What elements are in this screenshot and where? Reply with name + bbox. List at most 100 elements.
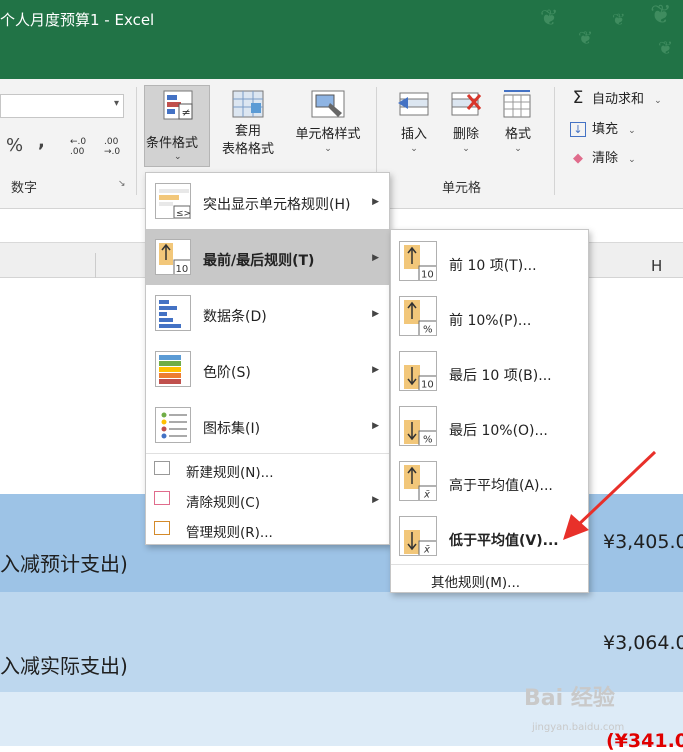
- insert-cells-button[interactable]: 插入 ⌄: [394, 89, 434, 154]
- svg-text:%: %: [423, 325, 433, 336]
- group-label-cells: 单元格: [442, 181, 482, 196]
- percent-style-button[interactable]: %: [6, 135, 23, 156]
- submenu-item-label: 其他规则(M)...: [431, 575, 521, 591]
- menu-separator: [146, 453, 389, 454]
- group-divider: [554, 87, 555, 195]
- svg-text:≠: ≠: [182, 106, 191, 119]
- submenu-item-label: 最后 10 项(B)...: [449, 368, 552, 384]
- highlight-rules-icon: ≤>: [155, 183, 191, 219]
- menu-item-icon-sets[interactable]: 图标集(I) ▶: [146, 397, 389, 453]
- menu-separator: [391, 564, 588, 565]
- fill-button[interactable]: ↓ 填充 ⌄: [570, 118, 636, 137]
- amount-difference: (¥341.0: [606, 730, 683, 752]
- menu-item-label: 色阶(S): [203, 365, 251, 381]
- svg-text:≤>: ≤>: [176, 209, 191, 219]
- conditional-format-label: 条件格式: [146, 136, 199, 151]
- submenu-item-more-rules[interactable]: 其他规则(M)...: [391, 566, 588, 593]
- conditional-format-button[interactable]: ≠ 条件格式 ⌄: [144, 85, 210, 167]
- delete-cells-icon: [451, 92, 482, 116]
- menu-item-highlight-rules[interactable]: ≤> 突出显示单元格规则(H) ▶: [146, 173, 389, 229]
- chevron-down-icon: ▾: [113, 98, 119, 109]
- menu-item-label: 最前/最后规则(T): [203, 253, 315, 269]
- annotation-arrow-icon: [563, 450, 657, 540]
- submenu-item-bottom-10-percent[interactable]: % 最后 10%(O)...: [391, 399, 588, 454]
- increase-decimal-button[interactable]: ←.0.00: [70, 137, 86, 157]
- menu-item-label: 管理规则(R)...: [186, 525, 273, 541]
- clear-rules-icon: [154, 491, 170, 505]
- clear-label: 清除: [592, 151, 619, 166]
- bird-decoration-icon: ❦: [578, 28, 594, 49]
- chevron-down-icon: ⌄: [628, 126, 636, 136]
- bird-decoration-icon: ❦: [658, 38, 674, 59]
- submenu-item-label: 最后 10%(O)...: [449, 423, 548, 439]
- delete-cells-label: 删除: [452, 127, 479, 142]
- top-10-percent-icon: %: [399, 296, 437, 336]
- number-format-dropdown[interactable]: ▾: [0, 94, 124, 118]
- above-average-icon: x̄: [399, 461, 437, 501]
- chevron-down-icon: ⌄: [628, 155, 636, 165]
- menu-item-label: 清除规则(C): [186, 495, 260, 511]
- autosum-button[interactable]: Σ 自动求和 ⌄: [570, 88, 662, 108]
- icon-sets-icon: [155, 407, 191, 443]
- delete-cells-button[interactable]: 删除 ⌄: [446, 89, 486, 154]
- amount-actual: ¥3,064.0: [603, 632, 683, 654]
- svg-text:10: 10: [421, 380, 434, 391]
- format-cells-button[interactable]: 格式 ⌄: [498, 89, 538, 154]
- chevron-down-icon: ⌄: [514, 144, 522, 154]
- decrease-decimal-button[interactable]: .00 →.0: [104, 137, 120, 157]
- conditional-format-menu: ≤> 突出显示单元格规则(H) ▶ 10 最前/最后规则(T) ▶ 数据条(D)…: [145, 172, 390, 545]
- bird-decoration-icon: ❦: [650, 0, 672, 30]
- menu-item-clear-rules[interactable]: 清除规则(C) ▶: [146, 485, 389, 515]
- new-rule-icon: [154, 461, 170, 475]
- submenu-item-top-10-percent[interactable]: % 前 10%(P)...: [391, 289, 588, 344]
- bird-decoration-icon: ❦: [612, 10, 626, 29]
- window-title: 个人月度预算1 - Excel: [0, 11, 155, 29]
- comma-style-button[interactable]: ,: [38, 131, 45, 152]
- column-divider: [95, 253, 96, 278]
- dialog-launcher-icon[interactable]: ↘: [118, 179, 126, 189]
- svg-text:10: 10: [421, 270, 434, 281]
- data-bars-icon: [155, 295, 191, 331]
- fill-down-icon: ↓: [570, 122, 586, 137]
- menu-item-data-bars[interactable]: 数据条(D) ▶: [146, 285, 389, 341]
- menu-item-color-scales[interactable]: 色阶(S) ▶: [146, 341, 389, 397]
- submenu-item-label: 前 10%(P)...: [449, 313, 532, 329]
- menu-item-top-bottom-rules[interactable]: 10 最前/最后规则(T) ▶: [146, 229, 389, 285]
- baidu-watermark-url: jingyan.baidu.com: [532, 722, 625, 733]
- menu-item-new-rule[interactable]: 新建规则(N)...: [146, 455, 389, 485]
- top-10-items-icon: 10: [399, 241, 437, 281]
- baidu-watermark-logo: Bai 经验: [524, 686, 615, 711]
- bottom-10-percent-icon: %: [399, 406, 437, 446]
- fill-label: 填充: [592, 122, 619, 137]
- chevron-right-icon: ▶: [372, 365, 379, 375]
- menu-item-manage-rules[interactable]: 管理规则(R)...: [146, 515, 389, 545]
- eraser-icon: ◆: [573, 151, 583, 166]
- below-average-icon: x̄: [399, 516, 437, 556]
- sheet-row-actual[interactable]: 入减实际支出) ¥3,064.0: [0, 592, 683, 692]
- format-as-table-button[interactable]: 套用 表格格式: [212, 89, 284, 159]
- group-label-number: 数字: [11, 181, 38, 196]
- insert-cells-icon: [398, 92, 429, 116]
- row-label-estimated: 入减预计支出): [0, 552, 128, 576]
- format-cells-label: 格式: [504, 127, 531, 142]
- chevron-right-icon: ▶: [372, 197, 379, 207]
- menu-item-label: 图标集(I): [203, 421, 261, 437]
- cell-styles-icon: [311, 90, 345, 118]
- submenu-item-top-10[interactable]: 10 前 10 项(T)...: [391, 234, 588, 289]
- svg-text:10: 10: [176, 264, 189, 275]
- format-as-table-icon: [232, 90, 264, 118]
- chevron-right-icon: ▶: [372, 495, 379, 505]
- group-divider: [136, 87, 137, 195]
- submenu-item-bottom-10[interactable]: 10 最后 10 项(B)...: [391, 344, 588, 399]
- submenu-item-label: 前 10 项(T)...: [449, 258, 537, 274]
- format-cells-icon: [503, 90, 531, 118]
- top-bottom-rules-icon: 10: [155, 239, 191, 275]
- menu-item-label: 突出显示单元格规则(H): [203, 197, 351, 213]
- sigma-icon: Σ: [572, 88, 584, 108]
- cell-styles-button[interactable]: 单元格样式 ⌄: [288, 89, 368, 154]
- menu-item-label: 数据条(D): [203, 309, 267, 325]
- cell-styles-label: 单元格样式: [295, 127, 361, 142]
- bottom-10-items-icon: 10: [399, 351, 437, 391]
- clear-button[interactable]: ◆ 清除 ⌄: [570, 147, 636, 166]
- column-header-h[interactable]: H: [651, 257, 662, 275]
